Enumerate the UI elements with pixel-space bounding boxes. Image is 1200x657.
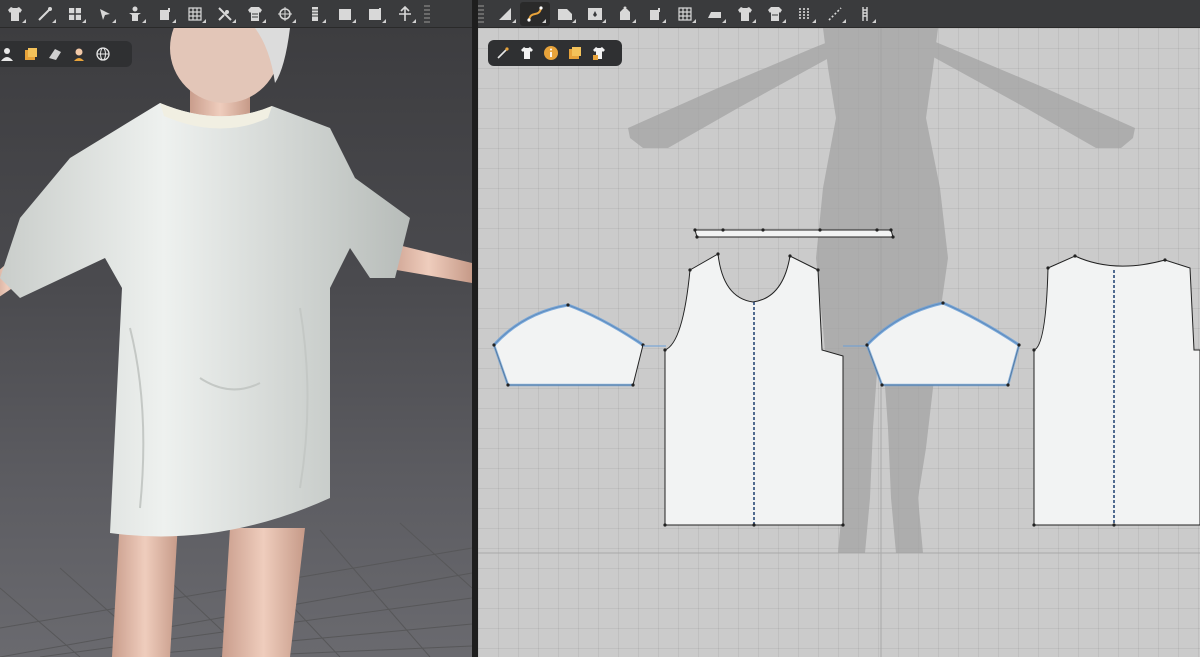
skin-view-icon[interactable] <box>68 43 90 65</box>
gizmo-icon[interactable] <box>390 2 420 26</box>
grid-mesh-icon[interactable] <box>180 2 210 26</box>
curve-point-icon[interactable] <box>520 1 550 26</box>
scene-3d <box>0 28 472 657</box>
right-leg <box>222 528 305 657</box>
segment-icon[interactable] <box>790 2 820 26</box>
pin-icon[interactable] <box>150 2 180 26</box>
grid-2d-icon[interactable] <box>670 2 700 26</box>
tshirt-tool-icon[interactable] <box>0 2 30 26</box>
left-leg <box>112 518 178 657</box>
pattern-front-body <box>663 252 845 527</box>
iron-icon[interactable] <box>700 2 730 26</box>
fold-icon[interactable] <box>240 2 270 26</box>
texture-view-icon[interactable] <box>20 43 42 65</box>
tshirt-view-icon[interactable] <box>516 42 538 64</box>
pattern-collar-strip <box>693 228 895 239</box>
viewport-3d[interactable] <box>0 28 472 657</box>
pattern-back-body <box>1032 254 1200 527</box>
internal-shape-icon[interactable] <box>580 2 610 26</box>
fold-2d-icon[interactable] <box>760 2 790 26</box>
zipper-2d-icon[interactable] <box>850 2 880 26</box>
avatar-pose-icon[interactable] <box>120 2 150 26</box>
pin-2d-icon[interactable] <box>640 2 670 26</box>
viewport-2d-pattern[interactable] <box>478 28 1200 657</box>
toolbar-grip[interactable] <box>424 4 430 23</box>
select-mesh-icon[interactable] <box>90 2 120 26</box>
arrange-avatar-icon[interactable] <box>60 2 90 26</box>
polygon-icon[interactable] <box>550 2 580 26</box>
shade-view-icon[interactable] <box>44 43 66 65</box>
flatten-icon[interactable] <box>360 2 390 26</box>
lock-shirt-icon[interactable] <box>588 42 610 64</box>
mini-toolbar-3d <box>0 41 132 67</box>
pencil-icon[interactable] <box>492 42 514 64</box>
info-icon[interactable] <box>540 42 562 64</box>
avatar-view-icon[interactable] <box>0 43 18 65</box>
mini-toolbar-2d <box>488 40 622 66</box>
toolbar-2d <box>478 0 1200 28</box>
sewing-pattern-icon[interactable] <box>610 2 640 26</box>
texture-2d-icon[interactable] <box>564 42 586 64</box>
point-move-icon[interactable] <box>270 2 300 26</box>
toolbar-3d <box>0 0 472 28</box>
zipper-icon[interactable] <box>300 2 330 26</box>
toolbar-grip[interactable] <box>478 4 484 23</box>
pen-tool-icon[interactable] <box>30 2 60 26</box>
tshirt-3d <box>0 103 410 537</box>
pattern-sleeve-left <box>492 303 645 387</box>
tshirt-2d-icon[interactable] <box>730 2 760 26</box>
tack-icon[interactable] <box>210 2 240 26</box>
globe-view-icon[interactable] <box>92 43 114 65</box>
edit-pattern-icon[interactable] <box>490 2 520 26</box>
pattern-canvas <box>478 28 1200 657</box>
measure-icon[interactable] <box>820 2 850 26</box>
box-icon[interactable] <box>330 2 360 26</box>
